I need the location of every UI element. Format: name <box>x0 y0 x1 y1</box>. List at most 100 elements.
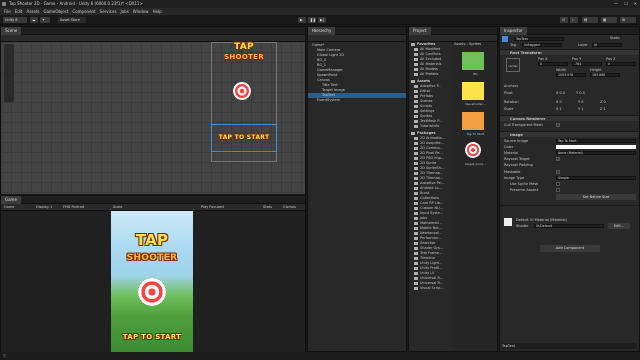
use-sprite-mesh-checkbox[interactable] <box>556 182 560 186</box>
close-button[interactable]: ✕ <box>634 0 637 8</box>
raycast-checkbox[interactable]: ✓ <box>556 157 560 161</box>
height-field[interactable]: 183.868 <box>590 73 620 77</box>
package-folder[interactable]: Visual Scrip... <box>409 286 451 291</box>
scene-toolbar <box>1 35 305 42</box>
settings-icon[interactable]: ⚙ <box>620 17 636 23</box>
add-component-button[interactable]: Add Component <box>540 245 600 252</box>
pivot-y-field[interactable]: Y 0.5 <box>576 90 637 96</box>
folder-label: Shader Gra... <box>420 246 444 250</box>
play-focused-dropdown[interactable]: Play Focused <box>201 204 224 211</box>
folder-label: 2D Tilemap... <box>420 176 444 180</box>
cull-checkbox[interactable]: ✓ <box>556 123 560 127</box>
folder-label: 2D PSD Imp... <box>420 156 445 160</box>
layers-dropdown[interactable]: ▤ <box>582 17 598 23</box>
history-icon[interactable]: ↺ <box>560 17 568 23</box>
source-image-field[interactable]: Tap To Start <box>556 139 636 143</box>
folder-icon <box>414 186 418 190</box>
maskable-checkbox[interactable]: ✓ <box>556 170 560 174</box>
edit-shader-button[interactable]: Edit... <box>608 223 630 229</box>
layout-dropdown[interactable]: ▦ <box>601 17 617 23</box>
pause-button[interactable]: ❚❚ <box>308 17 316 23</box>
hierarchy-search[interactable] <box>308 35 406 42</box>
menu-item-edit[interactable]: Edit <box>15 9 23 14</box>
tab-inspector[interactable]: Inspector <box>500 27 527 35</box>
sprite-thumbnail[interactable] <box>465 142 481 158</box>
game-target-image[interactable] <box>138 278 166 306</box>
tab-game[interactable]: Game <box>1 196 21 204</box>
project-search[interactable] <box>409 35 497 42</box>
layer-dropdown[interactable]: UI <box>592 43 622 47</box>
breadcrumb-folder[interactable]: Sprites <box>469 42 481 46</box>
game-toolbar: Game Display 1 FHD Portrait Scale Play F… <box>1 204 305 211</box>
ai-button[interactable]: ✦ <box>40 17 50 23</box>
resolution-dropdown[interactable]: FHD Portrait <box>63 204 84 211</box>
color-swatch[interactable] <box>556 145 636 149</box>
search-icon[interactable]: ⌕ <box>570 17 578 23</box>
tab-project[interactable]: Project <box>409 27 431 35</box>
play-button[interactable]: ▶ <box>298 17 306 23</box>
stats-button[interactable]: Stats <box>263 204 272 211</box>
game-tab-label: Game <box>5 197 17 202</box>
display-dropdown[interactable]: Display 1 <box>36 204 52 211</box>
raycast-padding-foldout[interactable]: Raycast Padding <box>504 162 637 168</box>
menu-item-component[interactable]: Component <box>72 9 95 14</box>
static-checkbox[interactable]: Static <box>610 35 637 41</box>
object-name-field[interactable]: TapText <box>514 37 564 41</box>
folder-label: Assets <box>417 79 431 83</box>
menu-item-file[interactable]: File <box>4 9 11 14</box>
tab-hierarchy[interactable]: Hierarchy <box>308 27 336 35</box>
menu-item-help[interactable]: Help <box>153 9 162 14</box>
image-header[interactable]: Image <box>500 131 639 137</box>
inspector-body: TapText Static Tag Untagged Layer UI Rec… <box>500 35 639 351</box>
pos-y-field[interactable]: -764 <box>572 62 602 66</box>
scale-z-field[interactable]: Z 1 <box>600 106 637 112</box>
minimize-button[interactable]: — <box>614 0 618 8</box>
main-toolbar: Unity 6 ☁ ✦ Asset Store ▶ ❚❚ ▶| ↺ ⌕ ▤ ▦ … <box>0 15 640 25</box>
breadcrumb-root[interactable]: Assets <box>454 42 465 46</box>
menu-item-jobs[interactable]: Jobs <box>121 9 129 14</box>
set-native-size-button[interactable]: Set Native Size <box>556 194 636 200</box>
preserve-aspect-checkbox[interactable] <box>556 188 560 192</box>
menu-item-services[interactable]: Services <box>100 9 117 14</box>
asset-folder[interactable]: Tutorialinfo <box>409 124 451 129</box>
folder-icon <box>414 166 418 170</box>
cloud-icon[interactable]: ☁ <box>30 17 38 23</box>
folder-label: Mathemati... <box>420 221 443 225</box>
sprite-label: target_icon(... <box>465 162 486 166</box>
gizmos-button[interactable]: Gizmos <box>283 204 296 211</box>
folder-icon <box>411 131 415 135</box>
hierarchy-item[interactable]: EventSystem <box>308 98 406 103</box>
tool-palette[interactable] <box>4 44 14 102</box>
image-type-dropdown[interactable]: Simple <box>556 176 636 180</box>
rot-z-field[interactable]: Z 0 <box>600 99 637 105</box>
asset-store-button[interactable]: Asset Store <box>58 17 86 23</box>
sprite-thumbnail[interactable] <box>462 82 484 100</box>
game-tap-to-start[interactable]: TAP TO START <box>111 333 193 341</box>
pos-x-field[interactable]: 0 <box>538 62 568 66</box>
game-screen[interactable]: TAP SHOOTER TAP TO START <box>111 211 193 352</box>
tag-dropdown[interactable]: Untagged <box>522 43 562 47</box>
menu-item-window[interactable]: Window <box>133 9 149 14</box>
anchor-preset-button[interactable]: center <box>506 58 520 72</box>
account-button[interactable]: Unity 6 <box>3 17 27 23</box>
maximize-button[interactable]: ☐ <box>624 0 628 8</box>
rect-transform-header[interactable]: Rect Transform <box>500 49 639 55</box>
game-display-dropdown[interactable]: Game <box>4 204 14 211</box>
sprite-thumbnail[interactable] <box>462 52 484 70</box>
menu-item-gameobject[interactable]: GameObject <box>43 9 68 14</box>
tab-scene[interactable]: Scene <box>1 27 22 35</box>
shader-dropdown[interactable]: UI/Default <box>534 224 604 228</box>
material-field[interactable]: None (Material) <box>556 151 636 155</box>
favorite-item[interactable]: All Prefabs <box>409 72 451 77</box>
canvas-renderer-header[interactable]: Canvas Renderer <box>500 115 639 121</box>
step-button[interactable]: ▶| <box>318 17 326 23</box>
sprite-thumbnail[interactable] <box>462 112 484 130</box>
scene-target-image[interactable] <box>233 82 251 100</box>
folder-label: TextMesh P... <box>420 119 443 123</box>
scale-slider[interactable]: Scale <box>113 204 122 211</box>
width-field[interactable]: 1003.978 <box>556 73 586 77</box>
pos-z-field[interactable]: 0 <box>606 62 636 66</box>
anchors-foldout[interactable]: Anchors <box>504 83 637 89</box>
scene-viewport[interactable]: TAP SHOOTER TAP TO START <box>1 42 305 203</box>
menu-item-assets[interactable]: Assets <box>26 9 39 14</box>
